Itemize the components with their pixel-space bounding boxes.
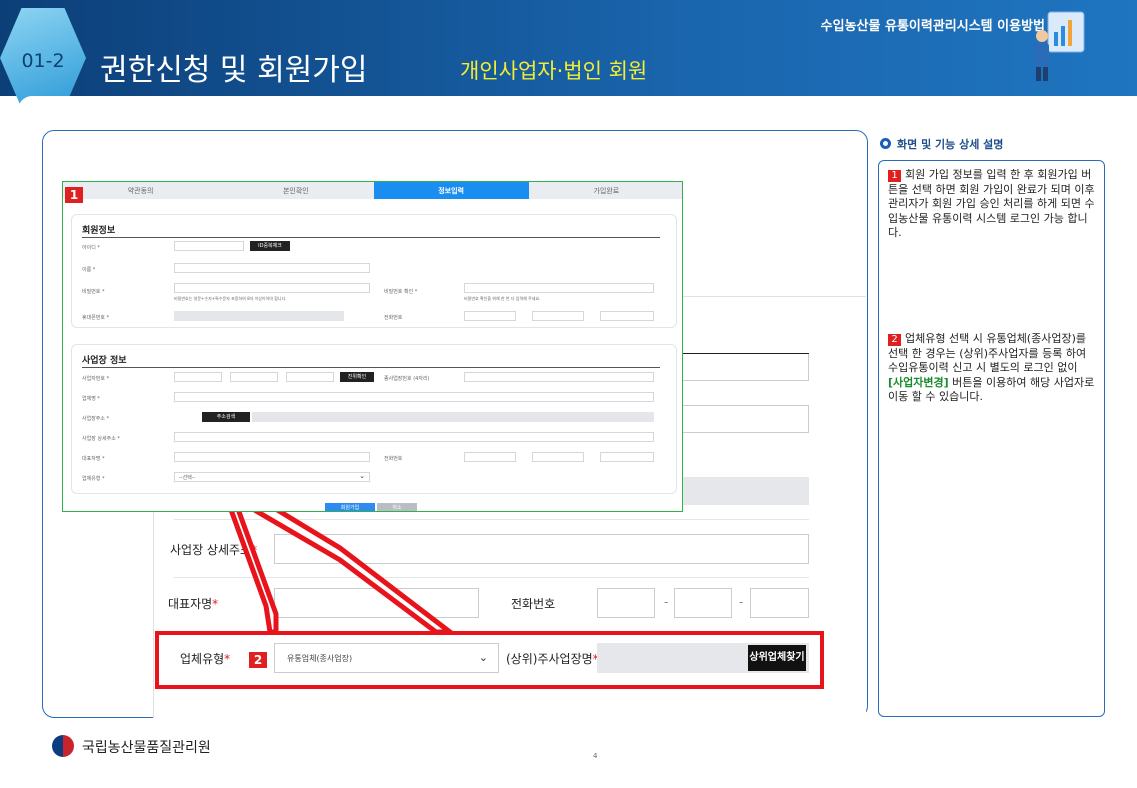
note-2: 2 업체유형 선택 시 유통업체(종사업장)를 선택 한 경우는 (상위)주사업자… <box>888 332 1096 405</box>
name-input[interactable] <box>174 263 370 273</box>
signup-steps: 약관동의 본인확인 정보입력 가입완료 <box>63 182 682 199</box>
phone-dash: - <box>739 595 744 609</box>
panel-heading-text: 화면 및 기능 상세 설명 <box>897 138 1004 151</box>
step-complete: 가입완료 <box>593 186 620 195</box>
description-panel <box>878 160 1105 717</box>
name-label: 이름 * <box>82 267 96 273</box>
password-hint: 비밀번호는 영문+숫자+특수문자 포함하여 8자 이상이어야 합니다. <box>174 296 287 301</box>
system-title: 수입농산물 유통이력관리시스템 이용방법 <box>820 19 1045 34</box>
password-confirm-label: 비밀번호 확인 * <box>384 289 418 295</box>
id-input[interactable] <box>174 241 244 251</box>
page-subtitle: 개인사업자·법인 회원 <box>460 59 648 83</box>
note-text: 업체유형 선택 시 유통업체(종사업장)를 선택 한 경우는 (상위)주사업자를… <box>888 332 1087 375</box>
callout-tag-2: 2 <box>249 652 267 668</box>
phone-part-1[interactable] <box>464 311 516 321</box>
biz-phone-part-2[interactable] <box>532 452 584 462</box>
representative-label: 대표자명* <box>168 597 219 611</box>
footer-org-name: 국립농산물품질관리원 <box>82 740 211 756</box>
representative-label: 대표자명 * <box>82 456 105 462</box>
id-check-button[interactable]: ID중복체크 <box>250 241 290 251</box>
company-name-input[interactable] <box>174 392 654 402</box>
callout-tag-1: 1 <box>65 187 83 203</box>
detail-address-label: 사업장 상세주소* <box>170 543 258 557</box>
mobile-readonly-field <box>174 311 344 321</box>
biz-number-part-1[interactable] <box>174 372 222 382</box>
note-number: 1 <box>888 170 901 182</box>
cancel-button[interactable]: 취소 <box>377 503 417 511</box>
password-confirm-hint: 비밀번호 확인을 위해 한 번 더 입력해 주세요. <box>464 296 541 301</box>
row-divider <box>174 519 809 520</box>
phone-label: 전화번호 <box>384 315 403 321</box>
representative-input[interactable] <box>274 588 479 618</box>
id-label: 아이디 * <box>82 245 100 251</box>
row-divider <box>174 577 809 578</box>
phone-part-3[interactable] <box>600 311 654 321</box>
sub-biz-label: 종사업장번호 (4자리) <box>384 376 430 382</box>
address-readonly-field <box>252 412 654 422</box>
phone-part-2[interactable] <box>532 311 584 321</box>
detail-address-label: 사업장 상세주소 * <box>82 436 120 442</box>
biz-address-label: 사업장주소 * <box>82 416 110 422</box>
member-info-card: 회원정보 아이디 * ID중복체크 이름 * 비밀번호 * 비밀번호는 영문+숫… <box>71 214 677 328</box>
representative-input[interactable] <box>174 452 370 462</box>
biz-type-placeholder: --선택-- <box>179 475 196 481</box>
detail-address-input[interactable] <box>274 534 809 564</box>
company-name-label: 업체명 * <box>82 396 100 402</box>
password-label: 비밀번호 * <box>82 289 105 295</box>
step-terms: 약관동의 <box>127 186 154 195</box>
biz-phone-label: 전화번호 <box>384 456 403 462</box>
biz-phone-part-1[interactable] <box>464 452 516 462</box>
page-number: 4 <box>593 752 598 760</box>
phone-part-1[interactable] <box>597 588 655 618</box>
biz-number-label: 사업자번호 * <box>82 376 110 382</box>
government-logo-icon <box>52 735 74 757</box>
step-verify: 본인확인 <box>282 186 309 195</box>
biz-phone-part-3[interactable] <box>600 452 654 462</box>
detail-address-input[interactable] <box>174 432 654 442</box>
biz-type-label: 업체유형 * <box>82 476 105 482</box>
biz-number-part-3[interactable] <box>286 372 334 382</box>
chevron-down-icon: ⌄ <box>359 472 365 480</box>
verify-button[interactable]: 진위확인 <box>340 372 374 382</box>
biz-type-select[interactable]: --선택-- ⌄ <box>174 472 370 482</box>
note-text: 회원 가입 정보를 입력 한 후 회원가입 버튼을 선택 하면 회원 가입이 완… <box>888 168 1095 240</box>
section-rule <box>82 237 660 238</box>
biz-number-part-2[interactable] <box>230 372 278 382</box>
business-info-card: 사업장 정보 사업자번호 * 진위확인 종사업장번호 (4자리) 업체명 * 사… <box>71 344 677 494</box>
bullet-circle-icon <box>880 138 891 149</box>
phone-dash: - <box>664 595 669 609</box>
section-number: 01-2 <box>21 50 65 72</box>
sub-biz-input[interactable] <box>464 372 654 382</box>
section-rule <box>82 367 660 368</box>
page-title: 권한신청 및 회원가입 <box>100 53 368 88</box>
phone-label: 전화번호 <box>511 597 556 611</box>
note-1: 1 회원 가입 정보를 입력 한 후 회원가입 버튼을 선택 하면 회원 가입이 … <box>888 168 1096 241</box>
note-highlight: [사업자변경] <box>888 375 949 389</box>
phone-part-2[interactable] <box>674 588 732 618</box>
presenter-illustration-icon <box>1035 11 1085 81</box>
step-info: 정보입력 <box>373 182 529 199</box>
panel-heading: 화면 및 기능 상세 설명 <box>880 136 1003 152</box>
header-banner: 수입농산물 유통이력관리시스템 이용방법 권한신청 및 회원가입 개인사업자·법… <box>0 0 1137 96</box>
mobile-label: 휴대폰번호 * <box>82 315 110 321</box>
signup-form-screenshot: 약관동의 본인확인 정보입력 가입완료 1 회원정보 아이디 * ID중복체크 … <box>62 181 683 512</box>
password-confirm-input[interactable] <box>464 283 654 293</box>
business-info-title: 사업장 정보 <box>82 356 127 366</box>
address-search-button[interactable]: 주소검색 <box>202 412 250 422</box>
member-info-title: 회원정보 <box>82 226 116 236</box>
signup-button[interactable]: 회원가입 <box>325 503 375 511</box>
note-number: 2 <box>888 334 901 346</box>
password-input[interactable] <box>174 283 370 293</box>
phone-part-3[interactable] <box>750 588 809 618</box>
